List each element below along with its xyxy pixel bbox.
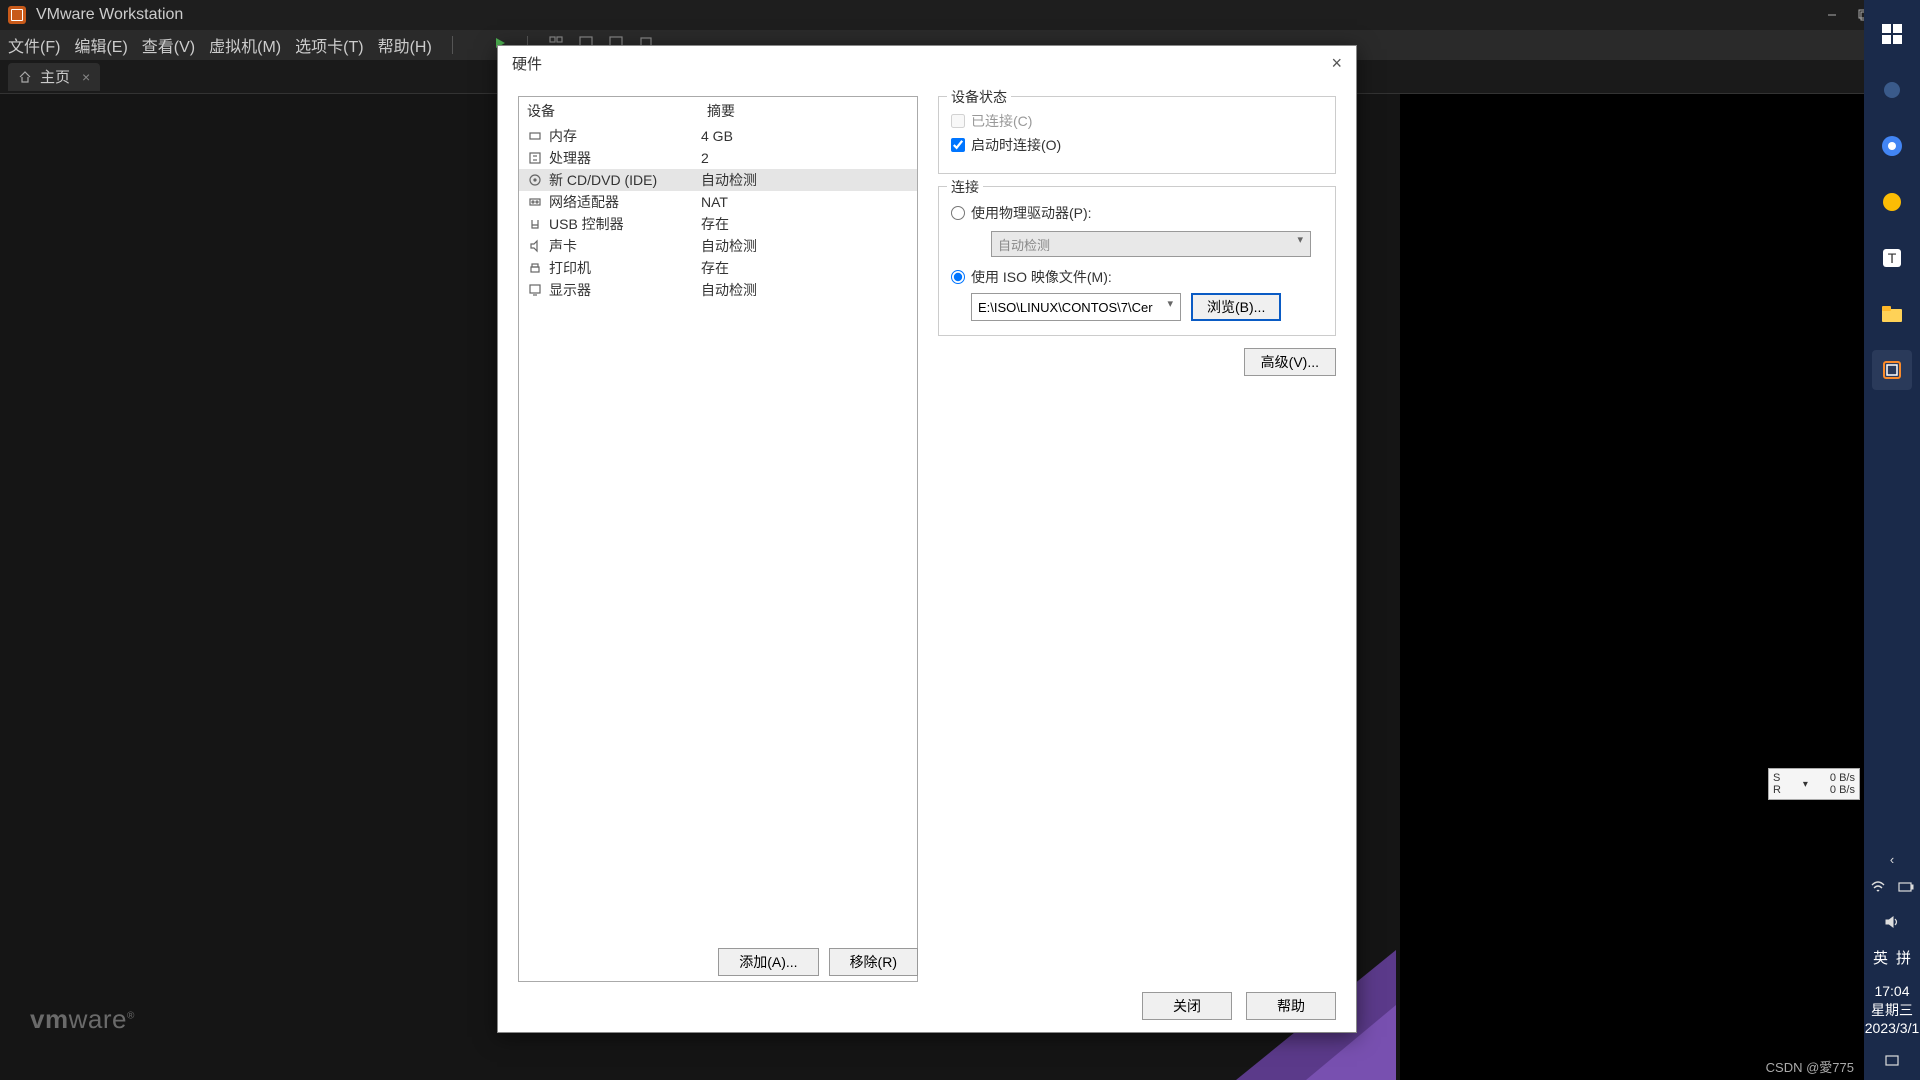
connect-on-start-checkbox[interactable] xyxy=(951,138,965,152)
tray-icons[interactable] xyxy=(1866,871,1918,906)
svg-text:T: T xyxy=(1888,250,1897,266)
iso-path-input[interactable] xyxy=(971,293,1181,321)
status-legend: 设备状态 xyxy=(947,87,1011,107)
device-name: 声卡 xyxy=(549,236,577,256)
menu-edit[interactable]: 编辑(E) xyxy=(74,33,127,57)
vmware-taskbar-icon[interactable] xyxy=(1872,350,1912,390)
device-name: 网络适配器 xyxy=(549,192,619,212)
home-icon xyxy=(18,70,32,84)
battery-icon xyxy=(1898,879,1914,895)
device-row[interactable]: 内存 4 GB xyxy=(519,125,917,147)
connection-legend: 连接 xyxy=(947,177,983,197)
device-summary: 2 xyxy=(701,150,709,166)
device-summary: 存在 xyxy=(701,258,729,278)
tab-close-icon[interactable]: × xyxy=(82,69,90,85)
device-icon xyxy=(527,128,543,144)
device-icon xyxy=(527,216,543,232)
device-summary: 自动检测 xyxy=(701,280,757,300)
watermark: CSDN @愛775 xyxy=(1766,1057,1854,1076)
physical-drive-select xyxy=(991,231,1311,257)
device-icon xyxy=(527,260,543,276)
device-name: 显示器 xyxy=(549,280,591,300)
chrome-icon[interactable] xyxy=(1872,126,1912,166)
device-summary: NAT xyxy=(701,194,728,210)
hardware-dialog: 硬件 × 设备 摘要 内存4 GB处理器2新 CD/DVD (IDE)自动检测网… xyxy=(497,45,1357,1033)
menu-help[interactable]: 帮助(H) xyxy=(378,33,432,57)
tray-chevron[interactable]: ‹ xyxy=(1890,848,1894,871)
menu-view[interactable]: 查看(V) xyxy=(142,33,195,57)
help-button[interactable]: 帮助 xyxy=(1246,992,1336,1020)
add-button[interactable]: 添加(A)... xyxy=(718,948,818,976)
remove-button[interactable]: 移除(R) xyxy=(829,948,918,976)
use-physical-label: 使用物理驱动器(P): xyxy=(971,203,1092,223)
clock[interactable]: 17:04 星期三 2023/3/1 xyxy=(1865,974,1920,1045)
app-title: VMware Workstation xyxy=(36,6,183,24)
device-name: 新 CD/DVD (IDE) xyxy=(549,170,657,190)
titlebar: VMware Workstation xyxy=(0,0,1920,30)
device-icon xyxy=(527,238,543,254)
connection-group: 连接 使用物理驱动器(P): 使用 ISO 映像文件(M): 浏览(B)... xyxy=(938,186,1336,336)
col-device: 设备 xyxy=(527,101,707,121)
notifications-icon[interactable] xyxy=(1880,1045,1904,1080)
device-icon xyxy=(527,282,543,298)
start-icon[interactable] xyxy=(1872,14,1912,54)
vmware-logo: vmware® xyxy=(30,1004,135,1035)
wifi-icon xyxy=(1870,879,1886,895)
device-row[interactable]: USB 控制器 存在 xyxy=(519,213,917,235)
device-row[interactable]: 显示器 自动检测 xyxy=(519,279,917,301)
menu-file[interactable]: 文件(F) xyxy=(8,33,60,57)
use-iso-label: 使用 ISO 映像文件(M): xyxy=(971,267,1112,287)
device-name: 处理器 xyxy=(549,148,591,168)
app-icon[interactable] xyxy=(1872,70,1912,110)
browse-button[interactable]: 浏览(B)... xyxy=(1191,293,1281,321)
device-icon xyxy=(527,194,543,210)
menu-vm[interactable]: 虚拟机(M) xyxy=(209,33,281,57)
tab-home[interactable]: 主页 × xyxy=(8,63,100,91)
device-summary: 存在 xyxy=(701,214,729,234)
windows-taskbar: T ‹ 英拼 17:04 星期三 2023/3/1 xyxy=(1864,0,1920,1080)
connected-label: 已连接(C) xyxy=(971,111,1032,131)
device-row[interactable]: 网络适配器 NAT xyxy=(519,191,917,213)
volume-icon[interactable] xyxy=(1880,906,1904,941)
dialog-close-icon[interactable]: × xyxy=(1331,53,1342,74)
ime-indicator[interactable]: 英拼 xyxy=(1873,941,1911,974)
device-status-group: 设备状态 已连接(C) 启动时连接(O) xyxy=(938,96,1336,174)
close-button[interactable]: 关闭 xyxy=(1142,992,1232,1020)
dialog-title: 硬件 xyxy=(512,53,542,74)
col-summary: 摘要 xyxy=(707,101,735,121)
text-icon[interactable]: T xyxy=(1872,238,1912,278)
use-physical-radio[interactable] xyxy=(951,206,965,220)
device-row[interactable]: 处理器 2 xyxy=(519,147,917,169)
minimize-button[interactable] xyxy=(1816,0,1848,30)
device-summary: 4 GB xyxy=(701,128,733,144)
device-list: 设备 摘要 内存4 GB处理器2新 CD/DVD (IDE)自动检测网络适配器N… xyxy=(518,96,918,982)
device-name: 打印机 xyxy=(549,258,591,278)
device-row[interactable]: 打印机 存在 xyxy=(519,257,917,279)
device-icon xyxy=(527,150,543,166)
device-row[interactable]: 声卡 自动检测 xyxy=(519,235,917,257)
device-row[interactable]: 新 CD/DVD (IDE) 自动检测 xyxy=(519,169,917,191)
device-name: USB 控制器 xyxy=(549,214,624,234)
vmware-icon xyxy=(8,6,26,24)
advanced-button[interactable]: 高级(V)... xyxy=(1244,348,1336,376)
device-name: 内存 xyxy=(549,126,577,146)
use-iso-radio[interactable] xyxy=(951,270,965,284)
device-summary: 自动检测 xyxy=(701,236,757,256)
explorer-icon[interactable] xyxy=(1872,294,1912,334)
menu-tabs[interactable]: 选项卡(T) xyxy=(295,33,363,57)
app-icon[interactable] xyxy=(1872,182,1912,222)
connected-checkbox xyxy=(951,114,965,128)
device-summary: 自动检测 xyxy=(701,170,757,190)
device-icon xyxy=(527,172,543,188)
network-monitor: SR ▾ 0 B/s0 B/s xyxy=(1768,768,1860,800)
tab-label: 主页 xyxy=(40,66,70,87)
connect-start-label: 启动时连接(O) xyxy=(971,135,1061,155)
